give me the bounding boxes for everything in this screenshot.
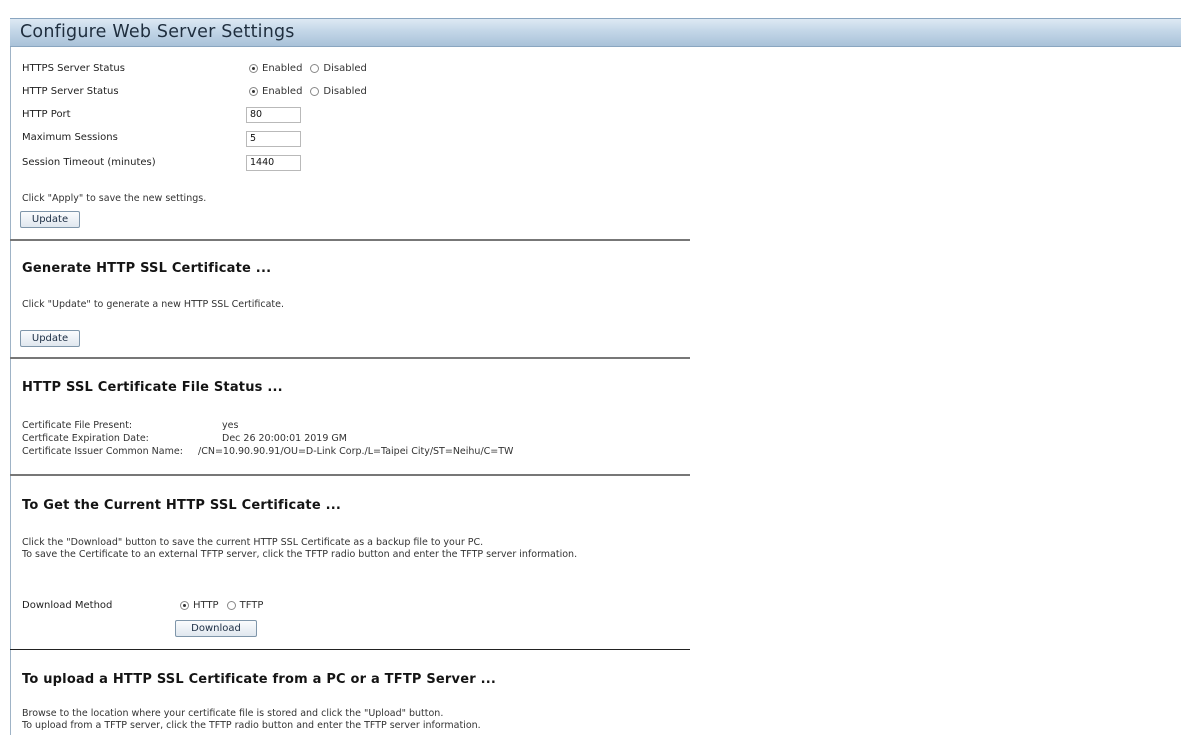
https-enabled-label: Enabled	[262, 63, 303, 74]
http-status-radio-group: Enabled Disabled	[249, 86, 371, 97]
http-port-label: HTTP Port	[22, 109, 71, 120]
https-status-radio-group: Enabled Disabled	[249, 63, 371, 74]
cert-present-label: Certificate File Present:	[22, 420, 133, 431]
cert-present-value: yes	[222, 420, 239, 431]
https-disabled-radio[interactable]	[310, 64, 320, 73]
get-cert-line2: To save the Certificate to an external T…	[22, 549, 578, 560]
generate-cert-hint: Click "Update" to generate a new HTTP SS…	[22, 299, 285, 310]
download-tftp-label: TFTP	[239, 600, 264, 611]
max-sessions-label: Maximum Sessions	[22, 132, 118, 143]
upload-cert-line1: Browse to the location where your certif…	[22, 708, 444, 719]
title-bar: Configure Web Server Settings	[10, 18, 1181, 47]
download-http-radio[interactable]	[180, 601, 189, 610]
cert-issuer-value: /CN=10.90.90.91/OU=D-Link Corp./L=Taipei…	[198, 446, 514, 457]
http-port-input[interactable]: 80	[246, 107, 301, 123]
upload-cert-line2: To upload from a TFTP server, click the …	[22, 720, 481, 731]
cert-expiration-value: Dec 26 20:00:01 2019 GM	[222, 433, 347, 444]
max-sessions-input[interactable]: 5	[246, 131, 301, 147]
generate-cert-heading: Generate HTTP SSL Certificate ...	[22, 261, 272, 276]
download-http-label: HTTP	[193, 600, 219, 611]
session-timeout-input[interactable]: 1440	[246, 155, 301, 171]
upload-cert-heading: To upload a HTTP SSL Certificate from a …	[22, 672, 496, 687]
update-settings-button[interactable]: Update	[20, 211, 80, 228]
section-divider	[10, 474, 690, 476]
https-disabled-label: Disabled	[323, 63, 367, 74]
https-status-label: HTTPS Server Status	[22, 63, 125, 74]
cert-expiration-label: Certficate Expiration Date:	[22, 433, 149, 444]
download-tftp-radio[interactable]	[226, 601, 236, 610]
https-enabled-radio[interactable]	[249, 64, 258, 73]
download-method-radio-group: HTTP TFTP	[180, 600, 267, 611]
http-disabled-label: Disabled	[323, 86, 367, 97]
generate-cert-update-button[interactable]: Update	[20, 330, 80, 347]
download-method-label: Download Method	[22, 600, 113, 611]
cert-issuer-label: Certificate Issuer Common Name:	[22, 446, 183, 457]
section-divider	[10, 357, 690, 359]
get-cert-heading: To Get the Current HTTP SSL Certificate …	[22, 498, 341, 513]
get-cert-line1: Click the "Download" button to save the …	[22, 537, 484, 548]
apply-hint: Click "Apply" to save the new settings.	[22, 193, 207, 204]
section-divider	[10, 649, 690, 650]
http-enabled-radio[interactable]	[249, 87, 258, 96]
http-status-label: HTTP Server Status	[22, 86, 119, 97]
page-title: Configure Web Server Settings	[20, 22, 295, 42]
cert-status-heading: HTTP SSL Certificate File Status ...	[22, 380, 283, 395]
download-button[interactable]: Download	[175, 620, 257, 637]
section-divider	[10, 239, 690, 241]
http-enabled-label: Enabled	[262, 86, 303, 97]
session-timeout-label: Session Timeout (minutes)	[22, 157, 156, 168]
http-disabled-radio[interactable]	[310, 87, 320, 96]
